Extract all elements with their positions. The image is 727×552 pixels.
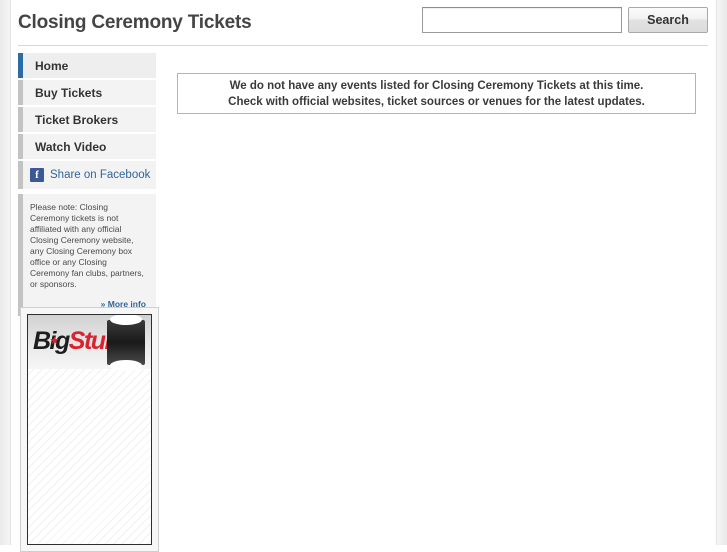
no-events-notice: We do not have any events listed for Clo…	[177, 73, 696, 114]
page-title: Closing Ceremony Tickets	[18, 12, 252, 33]
notice-line-1: We do not have any events listed for Clo…	[229, 79, 644, 92]
ad-creative: BigStub	[27, 314, 152, 545]
bigstub-logo: BigStub	[33, 327, 120, 355]
disclaimer-text: Please note: Closing Ceremony tickets is…	[30, 202, 144, 289]
page-container: Closing Ceremony Tickets Search Home Buy…	[11, 0, 716, 552]
search-form: Search	[422, 7, 708, 33]
sidebar-item-buy-tickets[interactable]: Buy Tickets	[18, 80, 156, 106]
page-gutter-left	[0, 0, 11, 545]
search-input[interactable]	[422, 7, 622, 33]
notice-line-2: Check with official websites, ticket sou…	[228, 95, 645, 108]
sidebar-item-label: Watch Video	[35, 140, 107, 154]
ticket-stub-icon	[107, 315, 145, 371]
sidebar-item-label: Buy Tickets	[35, 86, 103, 100]
sidebar-item-watch-video[interactable]: Watch Video	[18, 134, 156, 160]
facebook-icon: f	[30, 168, 44, 182]
disclaimer-panel: Please note: Closing Ceremony tickets is…	[18, 194, 156, 316]
sidebar-item-ticket-brokers[interactable]: Ticket Brokers	[18, 107, 156, 133]
share-on-facebook-link[interactable]: f Share on Facebook	[18, 161, 156, 189]
header-divider	[18, 45, 708, 46]
search-button[interactable]: Search	[628, 7, 708, 33]
sidebar-item-home[interactable]: Home	[18, 53, 156, 79]
sidebar-item-label: Ticket Brokers	[35, 113, 119, 127]
sidebar-item-label: Home	[35, 59, 69, 73]
page-gutter-right	[716, 0, 727, 545]
site-header: Closing Ceremony Tickets Search	[11, 0, 716, 46]
sidebar: Home Buy Tickets Ticket Brokers Watch Vi…	[18, 53, 156, 316]
sidebar-ad-panel[interactable]: BigStub	[20, 307, 159, 552]
share-on-facebook-label: Share on Facebook	[50, 169, 151, 181]
bigstub-logo-first: Big	[33, 327, 70, 355]
